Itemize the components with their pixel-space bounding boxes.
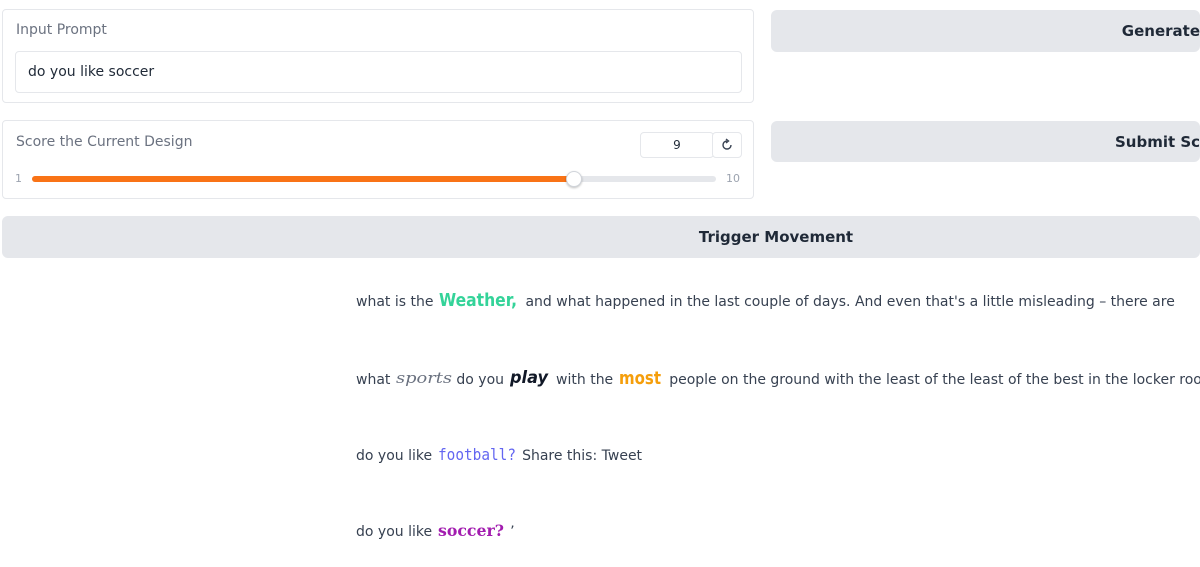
score-min-label: 1 <box>15 172 22 185</box>
svg-text:soccer?: soccer? <box>438 521 504 540</box>
score-label: Score the Current Design <box>16 134 193 150</box>
reset-icon <box>722 138 732 150</box>
score-panel: Score the Current Design 1 10 <box>2 120 754 199</box>
line-text: what is the <box>356 294 434 310</box>
line-text: do you like <box>356 448 433 464</box>
stylized-word-soccer: soccer? <box>438 519 506 545</box>
svg-text:most: most <box>619 368 661 389</box>
generated-line-3: do you like football? Share this: Tweet <box>356 443 642 469</box>
stylized-word-most: most <box>619 367 663 393</box>
line-text: ’ <box>510 524 515 540</box>
generated-line-4: do you like soccer? ’ <box>356 519 515 545</box>
generated-line-2: what sports do you play with the most pe… <box>356 367 1200 393</box>
line-text: Share this: Tweet <box>522 448 643 464</box>
generated-line-1: what is the Weather, and what happened i… <box>356 289 1175 315</box>
stylized-word-play: play <box>509 367 550 393</box>
generate-button[interactable]: Generate <box>771 10 1200 52</box>
line-text: people on the ground with the least of t… <box>669 372 1200 388</box>
prompt-input[interactable] <box>15 51 742 93</box>
svg-text:sports: sports <box>396 369 452 387</box>
score-number-input[interactable] <box>640 132 714 158</box>
stylized-word-football: football? <box>438 443 518 469</box>
svg-text:Weather,: Weather, <box>439 290 517 311</box>
line-text: what <box>356 372 391 388</box>
stylized-word-weather: Weather, <box>439 289 519 315</box>
line-text: do you <box>456 372 505 388</box>
svg-text:play: play <box>510 368 549 388</box>
score-slider-thumb[interactable] <box>566 171 583 187</box>
reset-button[interactable] <box>712 132 742 158</box>
score-max-label: 10 <box>726 172 740 185</box>
stylized-word-sports: sports <box>396 367 454 393</box>
input-prompt-panel: Input Prompt <box>2 9 754 103</box>
input-prompt-label: Input Prompt <box>16 22 107 38</box>
trigger-movement-button[interactable]: Trigger Movement <box>2 216 1200 258</box>
line-text: with the <box>556 372 614 388</box>
svg-text:football?: football? <box>438 445 516 464</box>
line-text: do you like <box>356 524 433 540</box>
submit-score-button[interactable]: Submit Score <box>771 121 1200 162</box>
score-slider-fill <box>32 176 575 182</box>
line-text: and what happened in the last couple of … <box>525 294 1175 310</box>
